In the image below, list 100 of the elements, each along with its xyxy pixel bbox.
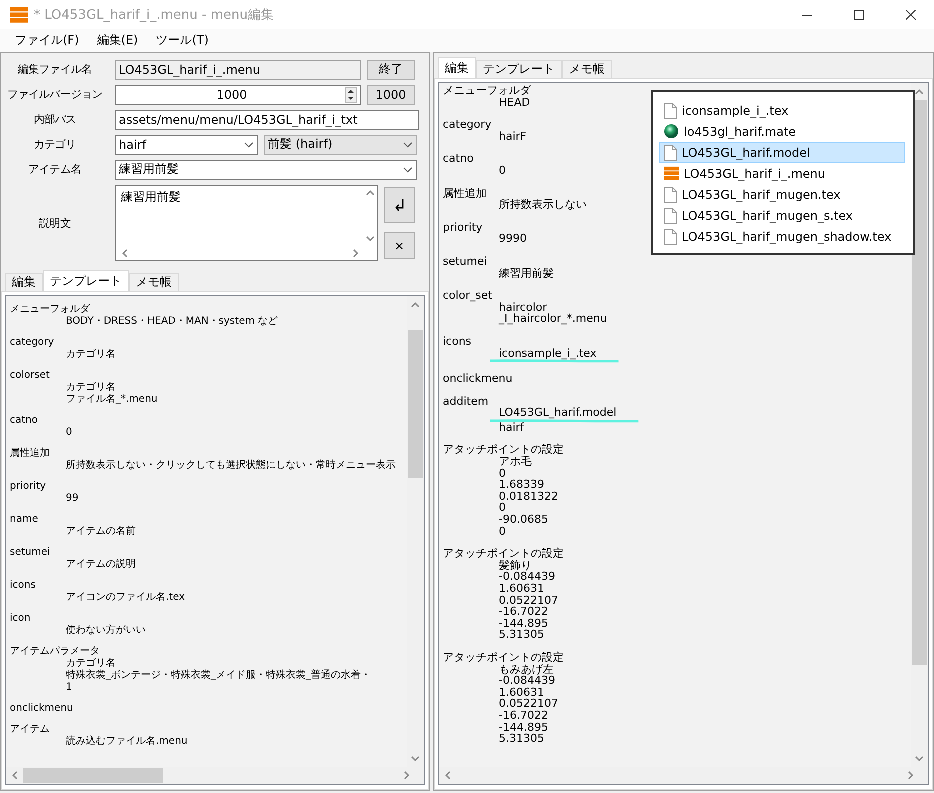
- scroll-left-icon[interactable]: [122, 248, 128, 258]
- entry-value: BODY・DRESS・HEAD・MAN・system など: [66, 316, 278, 328]
- tab[interactable]: テンプレート: [476, 60, 562, 78]
- entry-key: 属性追加: [10, 448, 50, 460]
- entry-key: catno: [443, 153, 474, 165]
- entry-key: name: [10, 514, 38, 526]
- spinner-icon[interactable]: [344, 86, 357, 102]
- entry-value: 所持数表示しない: [499, 199, 587, 211]
- close-button[interactable]: 終了: [367, 60, 415, 80]
- scroll-down-icon[interactable]: [366, 236, 374, 242]
- entry-value: iconsample_i_.tex: [499, 348, 597, 360]
- description-field[interactable]: 練習用前髪: [115, 185, 378, 261]
- chevron-down-icon: [403, 166, 413, 172]
- entry-value: LO453GL_harif.model: [499, 407, 617, 419]
- entry-value: 1.60631: [499, 686, 544, 698]
- entry-value: -144.895: [499, 618, 548, 630]
- entry-key: アタッチポイントの設定: [443, 444, 564, 456]
- entry-key: category: [443, 119, 492, 131]
- entry-key: アタッチポイントの設定: [443, 548, 564, 560]
- file-icon: [664, 186, 677, 202]
- file-list-item[interactable]: LO453GL_harif_i_.menu: [659, 163, 905, 184]
- scroll-right-icon[interactable]: [353, 248, 359, 258]
- maximize-icon: [854, 10, 864, 20]
- entry-key: onclickmenu: [10, 703, 74, 715]
- file-icon: [664, 144, 677, 160]
- entry-value: hairF: [499, 130, 527, 142]
- entry-value: アイテムの名前: [66, 526, 136, 538]
- entry-key: icon: [10, 613, 31, 625]
- enter-button[interactable]: [384, 187, 415, 223]
- scroll-down-icon[interactable]: [411, 756, 420, 762]
- entry-value: 1.68339: [499, 479, 544, 491]
- file-list-item[interactable]: LO453GL_harif_mugen_shadow.tex: [659, 226, 905, 247]
- entry-key: setumei: [443, 256, 488, 268]
- entry-value: 9990: [499, 233, 527, 245]
- tab[interactable]: 編集: [438, 57, 476, 78]
- entry-value: 99: [66, 493, 79, 505]
- enter-icon: [394, 198, 404, 212]
- entry-value: 5.31305: [499, 629, 544, 641]
- entry-value: 0: [499, 468, 506, 480]
- menu-item[interactable]: ツール(T): [149, 30, 216, 51]
- file-list-item[interactable]: iconsample_i_.tex: [659, 100, 905, 121]
- entry-value: hairf: [499, 422, 524, 434]
- entry-key: 属性追加: [443, 188, 487, 200]
- scroll-up-icon[interactable]: [411, 302, 420, 308]
- entry-value: HEAD: [499, 96, 530, 108]
- entry-value: 0: [499, 526, 506, 538]
- scroll-left-icon[interactable]: [12, 771, 18, 780]
- item-name-dropdown[interactable]: 練習用前髪: [115, 160, 417, 180]
- entry-value: -144.895: [499, 722, 548, 734]
- entry-key: onclickmenu: [443, 373, 513, 385]
- entry-key: icons: [443, 336, 472, 348]
- category-dropdown[interactable]: 前髪 (hairf): [264, 134, 417, 154]
- entry-value: -16.7022: [499, 710, 548, 722]
- file-icon: [664, 208, 677, 224]
- window-title: * LO453GL_harif_i_.menu - menu編集: [34, 6, 275, 24]
- entry-value: haircolor: [499, 302, 548, 314]
- scroll-right-icon[interactable]: [404, 771, 410, 780]
- entry-key: priority: [10, 481, 46, 493]
- scroll-down-icon[interactable]: [915, 756, 924, 762]
- entry-key: additem: [443, 396, 489, 408]
- entry-value: カテゴリ名: [66, 382, 116, 394]
- entry-key: colorset: [10, 370, 50, 382]
- entry-value: 使わない方がいい: [66, 625, 146, 637]
- entry-value: カテゴリ名: [66, 349, 116, 361]
- entry-key: priority: [443, 222, 483, 234]
- file-list-item[interactable]: LO453GL_harif_mugen.tex: [659, 184, 905, 205]
- tab[interactable]: テンプレート: [43, 270, 129, 291]
- scroll-up-icon[interactable]: [915, 88, 924, 94]
- entry-key: アタッチポイントの設定: [443, 652, 564, 664]
- entry-value: -0.084439: [499, 675, 556, 687]
- entry-key: アイテム: [10, 724, 50, 736]
- entry-value: 1: [66, 682, 72, 694]
- entry-value: 0: [499, 164, 506, 177]
- entry-value: 所持数表示しない・クリックしても選択状態にしない・常時メニュー表示: [66, 460, 396, 472]
- file-list-item[interactable]: LO453GL_harif_mugen_s.tex: [659, 205, 905, 226]
- menu-item[interactable]: 編集(E): [90, 30, 146, 51]
- entry-value: アホ毛: [499, 456, 532, 468]
- chevron-down-icon: [244, 142, 254, 148]
- field-label: 説明文: [38, 216, 72, 230]
- entry-key: catno: [10, 415, 38, 427]
- entry-key: icons: [10, 580, 36, 592]
- scroll-right-icon[interactable]: [908, 771, 914, 780]
- clear-button[interactable]: ×: [384, 232, 415, 259]
- scroll-left-icon[interactable]: [444, 771, 450, 780]
- entry-key: メニューフォルダ: [443, 85, 531, 97]
- menu-item[interactable]: ファイル(F): [8, 30, 86, 51]
- category-dropdown[interactable]: hairf: [115, 134, 258, 154]
- close-icon: [906, 10, 916, 20]
- field-label: 編集ファイル名: [16, 62, 94, 77]
- entry-value: カテゴリ名: [66, 658, 116, 670]
- tab[interactable]: メモ帳: [129, 273, 179, 291]
- version-button[interactable]: 1000: [367, 84, 415, 104]
- scroll-up-icon[interactable]: [366, 190, 374, 196]
- tab[interactable]: 編集: [5, 273, 43, 291]
- file-list-item[interactable]: LO453GL_harif.model: [659, 142, 905, 163]
- file-list-item[interactable]: lo453gl_harif.mate: [659, 121, 905, 142]
- version-field[interactable]: 1000: [115, 84, 361, 104]
- entry-value: -16.7022: [499, 606, 548, 618]
- tab[interactable]: メモ帳: [562, 60, 612, 78]
- path-field[interactable]: assets/menu/menu/LO453GL_harif_i_txt: [115, 110, 419, 130]
